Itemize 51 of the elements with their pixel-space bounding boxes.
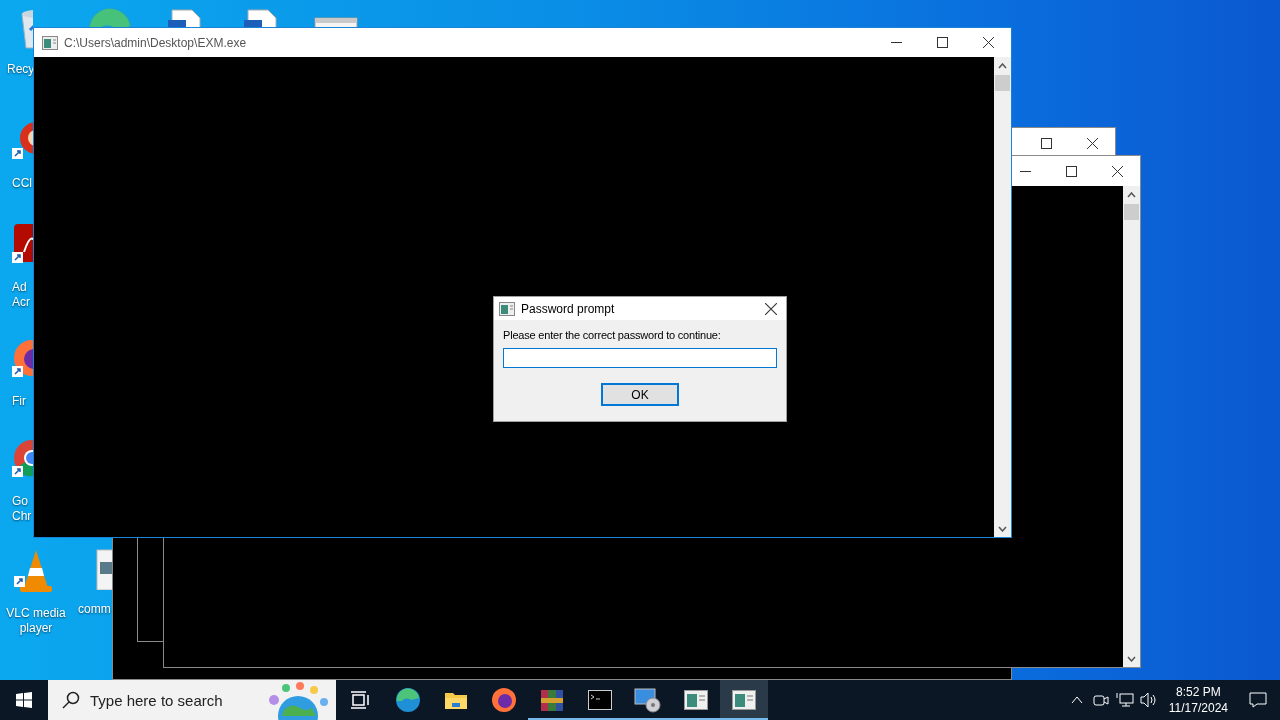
folder-icon[interactable] — [444, 690, 468, 710]
window-icon[interactable] — [684, 690, 708, 710]
scrollbar-thumb[interactable] — [1124, 204, 1139, 220]
icon-label: comm — [78, 602, 111, 617]
windows-logo-icon[interactable] — [16, 692, 32, 708]
scroll-up-icon[interactable] — [1127, 191, 1136, 198]
icon-label: Chr — [12, 509, 32, 524]
icon-label: Acr — [12, 295, 30, 310]
edge-icon[interactable] — [395, 687, 421, 713]
dialog-title: Password prompt — [521, 301, 616, 316]
books-icon[interactable] — [539, 687, 565, 713]
camera-icon[interactable] — [1092, 693, 1109, 707]
search-field[interactable]: Type here to search — [48, 680, 336, 720]
console-window-icon — [499, 301, 515, 316]
scrollbar[interactable] — [994, 57, 1011, 537]
icon-label: Ad — [12, 280, 27, 295]
network-icon[interactable] — [1115, 692, 1134, 708]
scrollbar[interactable] — [1123, 186, 1140, 667]
scroll-up-icon[interactable] — [998, 62, 1007, 69]
maximize-icon[interactable] — [1040, 137, 1052, 149]
chevron-up-icon[interactable] — [1070, 696, 1083, 704]
scroll-down-icon[interactable] — [998, 525, 1007, 532]
monitor-disc-icon[interactable] — [634, 687, 662, 713]
console-window-icon — [42, 35, 58, 50]
maximize-icon[interactable] — [936, 37, 948, 48]
speaker-icon[interactable] — [1139, 692, 1158, 708]
close-icon[interactable] — [982, 37, 994, 48]
icon-label: Go — [12, 494, 28, 509]
window-icon[interactable] — [732, 690, 756, 710]
icon-label: Fir — [12, 394, 26, 409]
icon-label: CCl — [12, 176, 32, 191]
terminal-icon[interactable] — [588, 690, 612, 710]
maximize-icon[interactable] — [1065, 165, 1077, 177]
icon-label: player — [19, 621, 53, 636]
close-icon[interactable] — [1111, 165, 1123, 177]
scroll-down-icon[interactable] — [1127, 655, 1136, 662]
clock-date[interactable]: 11/17/2024 — [1168, 700, 1228, 716]
icon-label: VLC media — [6, 606, 66, 621]
icon-label: Recy — [7, 62, 35, 77]
task-view-icon[interactable] — [350, 691, 370, 709]
clock-time[interactable]: 8:52 PM — [1176, 684, 1221, 700]
ok-button[interactable]: OK — [601, 383, 679, 406]
search-icon — [62, 691, 80, 709]
close-icon[interactable] — [1086, 137, 1098, 149]
firefox-icon[interactable] — [491, 687, 517, 713]
scrollbar-thumb[interactable] — [995, 75, 1010, 91]
window-title: C:\Users\admin\Desktop\EXM.exe — [64, 35, 248, 50]
notification-icon[interactable] — [1249, 692, 1267, 708]
close-icon[interactable] — [765, 302, 777, 315]
password-field[interactable] — [503, 348, 777, 368]
dialog-message: Please enter the correct password to continue: — [503, 329, 722, 341]
